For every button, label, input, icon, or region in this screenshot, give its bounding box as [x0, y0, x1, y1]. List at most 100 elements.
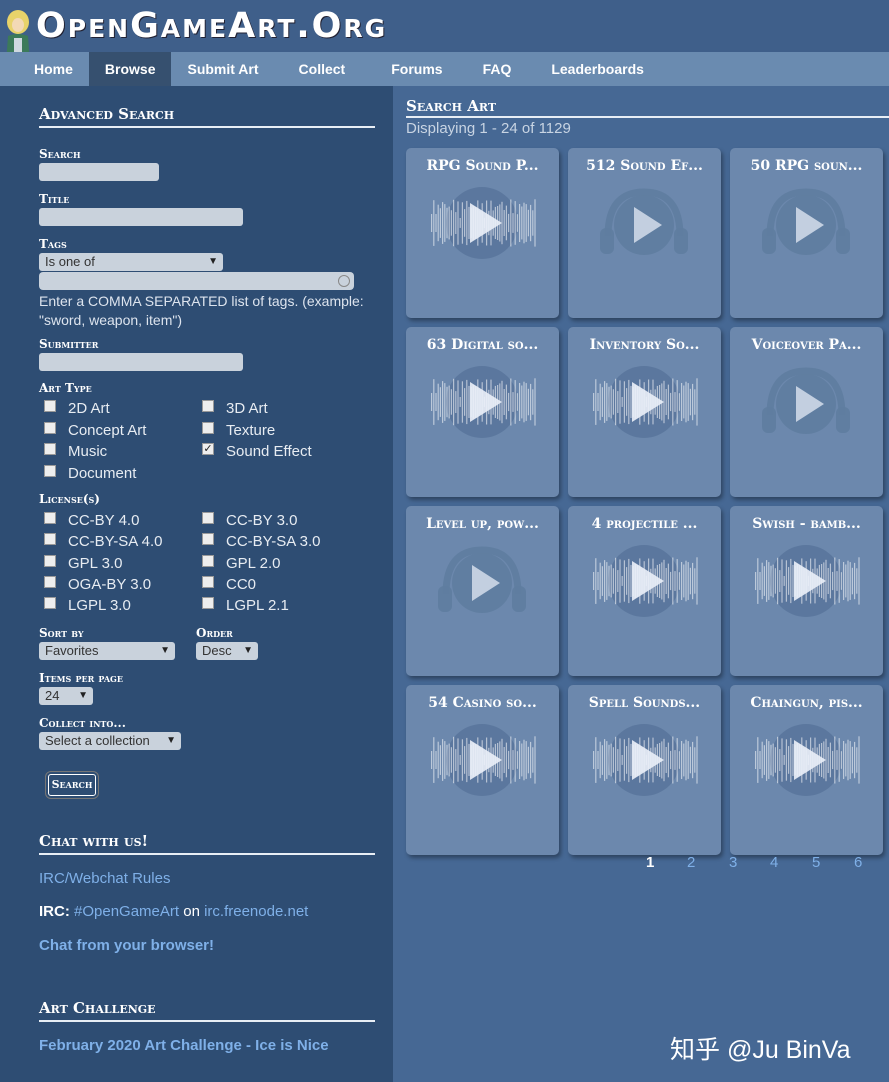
irc-channel-link[interactable]: #OpenGameArt [74, 903, 179, 920]
pager-page-1[interactable]: 1 [646, 854, 654, 871]
tags-mode-select[interactable]: Is one of ▼ [39, 253, 223, 271]
art-card-title[interactable]: Swish - bamb... [730, 515, 883, 533]
checkbox[interactable] [202, 596, 214, 609]
checkbox-checked[interactable]: ✓ [202, 442, 214, 455]
pager-page-6[interactable]: 6 [854, 854, 862, 871]
nav-forums[interactable]: Forums [375, 52, 464, 86]
art-card-title[interactable]: Chaingun, pis... [730, 694, 883, 712]
art-card-title[interactable]: 512 Sound Ef... [568, 157, 721, 175]
art-card[interactable]: 50 RPG soun... [730, 148, 883, 318]
pager-page-3[interactable]: 3 [729, 854, 737, 871]
waveform-play-icon[interactable] [750, 715, 863, 805]
checkbox[interactable] [44, 511, 56, 524]
art-card-title[interactable]: Spell Sounds... [568, 694, 721, 712]
license-gpl-2[interactable]: GPL 2.0 [202, 554, 280, 572]
art-card[interactable]: 63 Digital so... [406, 327, 559, 497]
checkbox[interactable] [202, 532, 214, 545]
art-card-title[interactable]: 4 projectile ... [568, 515, 721, 533]
nav-submit-art[interactable]: Submit Art [171, 52, 274, 86]
checkbox[interactable] [44, 464, 56, 477]
art-card[interactable]: RPG Sound P... [406, 148, 559, 318]
checkbox[interactable] [202, 554, 214, 567]
search-input[interactable] [39, 163, 159, 181]
art-type-sound-effect[interactable]: ✓ Sound Effect [202, 442, 312, 460]
art-type-2d[interactable]: 2D Art [44, 399, 110, 417]
art-card-title[interactable]: 63 Digital so... [406, 336, 559, 354]
art-card[interactable]: 512 Sound Ef... [568, 148, 721, 318]
license-lgpl-2-1[interactable]: LGPL 2.1 [202, 596, 289, 614]
checkbox[interactable] [44, 596, 56, 609]
headphones-play-icon[interactable] [750, 357, 863, 447]
irc-rules-link[interactable]: IRC/Webchat Rules [39, 870, 170, 887]
tags-input[interactable] [39, 272, 354, 290]
pager-page-5[interactable]: 5 [812, 854, 820, 871]
headphones-play-icon[interactable] [588, 178, 701, 268]
order-select[interactable]: Desc ▼ [196, 642, 258, 660]
license-cc-by-sa-3[interactable]: CC-BY-SA 3.0 [202, 532, 321, 550]
headphones-play-icon[interactable] [750, 178, 863, 268]
license-cc0[interactable]: CC0 [202, 575, 256, 593]
irc-server-link[interactable]: irc.freenode.net [204, 903, 308, 920]
art-card[interactable]: 54 Casino so... [406, 685, 559, 855]
checkbox[interactable] [202, 511, 214, 524]
checkbox[interactable] [44, 399, 56, 412]
license-cc-by-3[interactable]: CC-BY 3.0 [202, 511, 297, 529]
license-gpl-3[interactable]: GPL 3.0 [44, 554, 122, 572]
items-per-page-select[interactable]: 24 ▼ [39, 687, 93, 705]
license-lgpl-3[interactable]: LGPL 3.0 [44, 596, 131, 614]
art-type-concept[interactable]: Concept Art [44, 421, 146, 439]
checkbox[interactable] [202, 399, 214, 412]
nav-faq[interactable]: FAQ [465, 52, 538, 86]
pager-page-4[interactable]: 4 [770, 854, 778, 871]
art-card[interactable]: Inventory So... [568, 327, 721, 497]
waveform-play-icon[interactable] [750, 536, 863, 626]
art-card-title[interactable]: 54 Casino so... [406, 694, 559, 712]
waveform-play-icon[interactable] [588, 357, 701, 447]
collect-into-select[interactable]: Select a collection ▼ [39, 732, 181, 750]
checkbox[interactable] [44, 532, 56, 545]
art-card-title[interactable]: 50 RPG soun... [730, 157, 883, 175]
headphones-play-icon[interactable] [426, 536, 539, 626]
sort-by-select[interactable]: Favorites ▼ [39, 642, 175, 660]
nav-collect[interactable]: Collect [275, 52, 376, 86]
art-card[interactable]: Chaingun, pis... [730, 685, 883, 855]
waveform-play-icon[interactable] [588, 715, 701, 805]
art-type-music[interactable]: Music [44, 442, 107, 460]
checkbox[interactable] [202, 421, 214, 434]
art-card-title[interactable]: Voiceover Pa... [730, 336, 883, 354]
waveform-play-icon[interactable] [426, 715, 539, 805]
title-input[interactable] [39, 208, 243, 226]
search-button[interactable]: Search [48, 774, 96, 796]
checkbox[interactable] [44, 575, 56, 588]
license-cc-by-sa-4[interactable]: CC-BY-SA 4.0 [44, 532, 163, 550]
art-type-3d[interactable]: 3D Art [202, 399, 268, 417]
license-cc-by-4[interactable]: CC-BY 4.0 [44, 511, 139, 529]
art-card[interactable]: Spell Sounds... [568, 685, 721, 855]
nav-leaderboards[interactable]: Leaderboards [537, 52, 660, 86]
art-card[interactable]: 4 projectile ... [568, 506, 721, 676]
pager-page-2[interactable]: 2 [687, 854, 695, 871]
waveform-play-icon[interactable] [426, 178, 539, 268]
art-challenge-link[interactable]: February 2020 Art Challenge - Ice is Nic… [39, 1037, 329, 1054]
art-card[interactable]: Level up, pow... [406, 506, 559, 676]
art-type-texture[interactable]: Texture [202, 421, 275, 439]
nav-home[interactable]: Home [0, 52, 89, 86]
art-card-title[interactable]: RPG Sound P... [406, 157, 559, 175]
clear-icon[interactable] [338, 275, 350, 287]
art-card[interactable]: Voiceover Pa... [730, 327, 883, 497]
art-card-title[interactable]: Inventory So... [568, 336, 721, 354]
checkbox[interactable] [44, 442, 56, 455]
submitter-input[interactable] [39, 353, 243, 371]
checkbox[interactable] [202, 575, 214, 588]
nav-browse[interactable]: Browse [88, 52, 172, 86]
waveform-play-icon[interactable] [426, 357, 539, 447]
chat-browser-link[interactable]: Chat from your browser! [39, 937, 214, 954]
site-logo[interactable]: OpenGameArt.Org [36, 6, 387, 46]
checkbox[interactable] [44, 554, 56, 567]
art-type-document[interactable]: Document [44, 464, 136, 482]
license-oga-by-3[interactable]: OGA-BY 3.0 [44, 575, 151, 593]
checkbox[interactable] [44, 421, 56, 434]
art-card-title[interactable]: Level up, pow... [406, 515, 559, 533]
art-card[interactable]: Swish - bamb... [730, 506, 883, 676]
waveform-play-icon[interactable] [588, 536, 701, 626]
